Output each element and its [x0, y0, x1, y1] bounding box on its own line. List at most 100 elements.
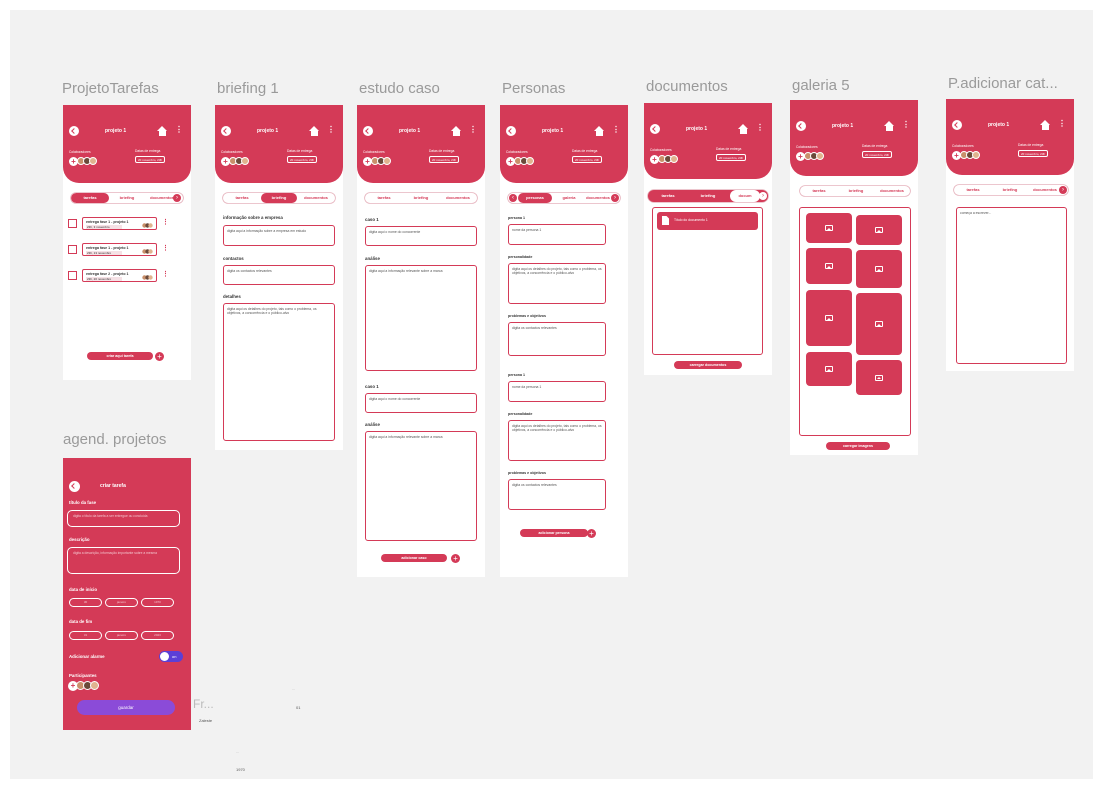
- home-icon[interactable]: [451, 126, 462, 136]
- start-year-select[interactable]: 1970: [141, 598, 174, 607]
- gallery-image[interactable]: [856, 360, 902, 395]
- home-icon[interactable]: [309, 126, 320, 136]
- contacts-field[interactable]: digita os contactos relevantes: [223, 265, 335, 285]
- gallery-image[interactable]: [806, 248, 852, 284]
- upload-images-button[interactable]: carregar imagens: [826, 442, 890, 450]
- home-icon[interactable]: [157, 126, 168, 136]
- back-icon[interactable]: [69, 481, 80, 492]
- phase-title-input[interactable]: digita o título da tarefa a ser entregue…: [67, 510, 180, 527]
- date-value[interactable]: 20 novembro, 23h: [135, 156, 166, 163]
- home-icon[interactable]: [1040, 120, 1051, 130]
- date-value[interactable]: 20 novembro, 23h: [1018, 150, 1049, 157]
- start-day-select[interactable]: 30: [69, 598, 102, 607]
- frame-title-galeria[interactable]: galeria 5: [792, 77, 850, 94]
- add-persona-icon[interactable]: +: [587, 528, 596, 538]
- date-value[interactable]: 20 novembro, 23h: [287, 156, 318, 163]
- frame-title-personas[interactable]: Personas: [502, 80, 565, 97]
- tab-briefing[interactable]: briefing: [688, 190, 728, 202]
- more-icon[interactable]: ⋮: [756, 124, 764, 132]
- persona-name-field[interactable]: nome da persona 1: [508, 381, 606, 402]
- chevron-left-icon[interactable]: ‹: [509, 194, 517, 202]
- back-icon[interactable]: [796, 121, 806, 131]
- personality-field[interactable]: digita aqui os detalhes do projeto, tais…: [508, 420, 606, 461]
- tab-briefing[interactable]: briefing: [992, 185, 1028, 195]
- collaborator-avatars[interactable]: +: [363, 157, 393, 166]
- tab-briefing[interactable]: briefing: [838, 186, 874, 196]
- task-item[interactable]: entrega fase 2 - projeto 1 23h, 20 novem…: [68, 269, 183, 282]
- tab-tarefas[interactable]: tarefas: [800, 186, 838, 196]
- problems-field[interactable]: digita os contactos relevantes: [508, 322, 606, 356]
- task-more-icon[interactable]: ⋮: [162, 218, 169, 226]
- tab-briefing[interactable]: briefing: [403, 193, 439, 203]
- collaborator-avatars[interactable]: +: [952, 151, 982, 160]
- analysis-field[interactable]: digita aqui a informação relevante sobre…: [365, 265, 477, 371]
- frame-label-fr[interactable]: Fr...: [193, 697, 214, 711]
- gallery-image[interactable]: [806, 352, 852, 386]
- task-checkbox[interactable]: [68, 219, 77, 228]
- document-item[interactable]: Título do documento 1: [657, 212, 758, 230]
- gallery-image[interactable]: [856, 250, 902, 288]
- back-icon[interactable]: [952, 120, 962, 130]
- frame-title-tarefas[interactable]: ProjetoTarefas: [62, 80, 159, 97]
- more-icon[interactable]: ⋮: [327, 126, 335, 134]
- back-icon[interactable]: [506, 126, 516, 136]
- chevron-right-icon[interactable]: ›: [1059, 186, 1067, 194]
- more-icon[interactable]: ⋮: [612, 126, 620, 134]
- task-item[interactable]: entrega fase 1 - projeto 1 23h, 3 novemb…: [68, 217, 183, 230]
- chevron-right-icon[interactable]: ›: [611, 194, 619, 202]
- tab-briefing[interactable]: briefing: [261, 193, 297, 203]
- collaborator-avatars[interactable]: +: [69, 157, 99, 166]
- end-day-select[interactable]: 31: [69, 631, 102, 640]
- home-icon[interactable]: [738, 124, 749, 134]
- more-icon[interactable]: ⋮: [902, 121, 910, 129]
- tab-briefing[interactable]: briefing: [109, 193, 145, 203]
- frame-title-documentos[interactable]: documentos: [646, 78, 728, 95]
- task-card[interactable]: entrega fase 1 - projeto 1 23h, 3 novemb…: [82, 217, 157, 230]
- task-item[interactable]: entrega fase 1 - projeto 1 23h, 13 novem…: [68, 243, 183, 256]
- back-icon[interactable]: [650, 124, 660, 134]
- chevron-right-icon[interactable]: ›: [173, 194, 181, 202]
- save-button[interactable]: guardar: [77, 700, 175, 715]
- tab-galeria[interactable]: galeria: [554, 193, 584, 203]
- tab-personas[interactable]: personas: [518, 193, 552, 203]
- home-icon[interactable]: [594, 126, 605, 136]
- tab-tarefas[interactable]: tarefas: [71, 193, 109, 203]
- tab-documentos[interactable]: documentos: [439, 193, 477, 203]
- date-value[interactable]: 20 novembro, 23h: [716, 154, 747, 161]
- add-case-button[interactable]: adicionar caso: [381, 554, 447, 562]
- tab-tarefas[interactable]: tarefas: [954, 185, 992, 195]
- collaborator-avatars[interactable]: +: [221, 157, 251, 166]
- frame-title-agend[interactable]: agend. projetos: [63, 431, 166, 448]
- add-task-icon[interactable]: +: [155, 351, 164, 361]
- tab-tarefas[interactable]: tarefas: [223, 193, 261, 203]
- tab-tarefas[interactable]: tarefas: [648, 190, 688, 202]
- competitor-name-field[interactable]: digita aqui o nome do concorrente: [365, 393, 477, 413]
- back-icon[interactable]: [221, 126, 231, 136]
- description-input[interactable]: digita a descrição, informação important…: [67, 547, 180, 574]
- back-icon[interactable]: [363, 126, 373, 136]
- participant-avatars[interactable]: +: [68, 681, 108, 691]
- analysis-field[interactable]: digita aqui a informação relevante sobre…: [365, 431, 477, 541]
- add-persona-button[interactable]: adicionar persona: [520, 529, 588, 537]
- create-task-button[interactable]: criar aqui tarefa: [87, 352, 153, 360]
- chevron-right-icon[interactable]: ›: [759, 192, 767, 200]
- gallery-image[interactable]: [856, 293, 902, 355]
- persona-name-field[interactable]: nome da persona 1: [508, 224, 606, 245]
- collaborator-avatars[interactable]: +: [506, 157, 536, 166]
- tab-documentos[interactable]: documentos: [586, 193, 610, 203]
- frame-title-estudo[interactable]: estudo caso: [359, 80, 440, 97]
- tab-documentos[interactable]: documentos: [1028, 185, 1062, 195]
- tab-documentos[interactable]: docum: [730, 190, 760, 202]
- frame-title-briefing[interactable]: briefing 1: [217, 80, 279, 97]
- date-value[interactable]: 20 novembro, 23h: [862, 151, 893, 158]
- upload-documents-button[interactable]: carregar documentos: [674, 361, 742, 369]
- more-icon[interactable]: ⋮: [469, 126, 477, 134]
- date-value[interactable]: 20 novembro, 23h: [572, 156, 603, 163]
- details-field[interactable]: digita aqui os detalhes do projeto, tais…: [223, 303, 335, 441]
- task-checkbox[interactable]: [68, 271, 77, 280]
- add-case-icon[interactable]: +: [451, 553, 460, 563]
- frame-title-categoria[interactable]: P.adicionar cat...: [948, 75, 1058, 92]
- collaborator-avatars[interactable]: +: [796, 152, 826, 161]
- tab-documentos[interactable]: documentos: [297, 193, 335, 203]
- start-month-select[interactable]: janeiro: [105, 598, 138, 607]
